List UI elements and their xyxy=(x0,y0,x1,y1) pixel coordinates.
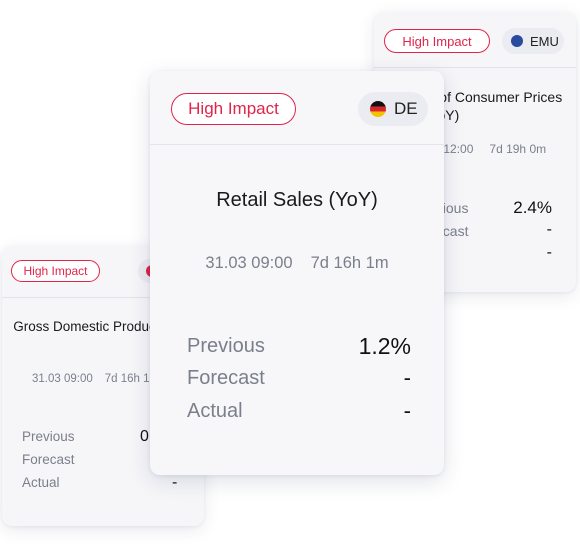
country-badge: DE xyxy=(358,92,428,126)
previous-value: 2.4% xyxy=(513,198,552,217)
card-divider xyxy=(374,67,576,68)
event-date: 31.03 09:00 xyxy=(205,254,293,272)
forecast-value: - xyxy=(403,365,411,390)
previous-label: Previous xyxy=(22,429,75,444)
impact-badge: High Impact xyxy=(11,260,100,282)
economic-calendar-stage: High Impact EMU Harmonized Index of Cons… xyxy=(0,0,580,552)
event-title: Retail Sales (YoY) xyxy=(216,189,378,211)
country-badge: EMU xyxy=(502,28,564,54)
event-countdown: 7d 16h 1m xyxy=(310,254,389,272)
impact-badge: High Impact xyxy=(171,93,296,125)
country-code: EMU xyxy=(530,33,559,49)
actual-value: - xyxy=(403,398,411,423)
event-countdown: 7d 19h 0m xyxy=(489,142,547,156)
actual-value: - xyxy=(172,474,178,491)
event-time-row: 31.03 09:00 7d 16h 1m xyxy=(150,254,444,273)
previous-value: 1.2% xyxy=(358,333,411,359)
actual-label: Actual xyxy=(22,475,60,490)
event-date: 31.03 09:00 xyxy=(32,373,93,385)
card-divider xyxy=(150,144,444,145)
impact-badge: High Impact xyxy=(384,29,490,53)
forecast-value: - xyxy=(546,221,552,238)
eu-flag-icon xyxy=(511,35,523,47)
country-code: DE xyxy=(394,99,418,118)
forecast-label: Forecast xyxy=(187,367,265,389)
previous-label: Previous xyxy=(187,335,265,357)
actual-label: Actual xyxy=(187,400,243,422)
germany-flag-icon xyxy=(370,101,386,117)
event-time-row: 31.03 09:00 7d 16h 1m xyxy=(32,373,159,385)
event-card-retail-sales[interactable]: High Impact DE Retail Sales (YoY) 31.03 … xyxy=(150,71,444,475)
actual-value: - xyxy=(546,244,552,261)
forecast-label: Forecast xyxy=(22,452,75,467)
